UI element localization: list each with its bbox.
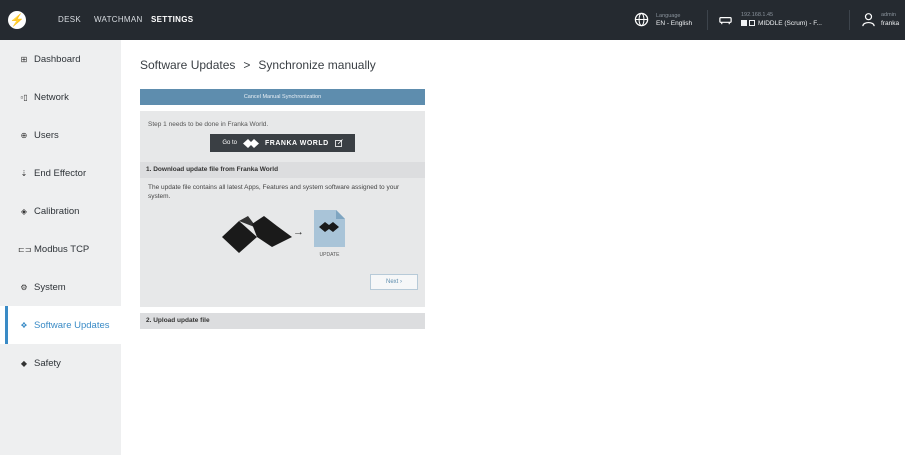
sidebar-item-dashboard[interactable]: ⊞ Dashboard bbox=[0, 40, 121, 78]
cancel-sync-button[interactable]: Cancel Manual Synchronization bbox=[140, 89, 425, 105]
external-link-icon bbox=[334, 139, 343, 147]
network-icon: ▫▯ bbox=[20, 92, 28, 102]
sidebar-item-label: Calibration bbox=[34, 205, 80, 217]
franka-world-large-logo-icon bbox=[222, 216, 292, 253]
robot-connection-icon[interactable] bbox=[718, 12, 733, 27]
robot-status-icon bbox=[741, 20, 747, 26]
franka-logo-icon[interactable]: ⚡ bbox=[8, 11, 26, 29]
safety-icon: ◆ bbox=[20, 358, 28, 368]
divider bbox=[849, 10, 850, 30]
user-role: admin bbox=[881, 12, 896, 18]
step-note: Step 1 needs to be done in Franka World. bbox=[148, 121, 269, 128]
sidebar-item-label: System bbox=[34, 281, 66, 293]
sidebar-item-calibration[interactable]: ◈ Calibration bbox=[0, 192, 121, 230]
nav-settings[interactable]: SETTINGS bbox=[151, 15, 193, 24]
sidebar-item-safety[interactable]: ◆ Safety bbox=[0, 344, 121, 382]
update-file-label: UPDATE bbox=[319, 252, 340, 258]
sidebar-item-label: Software Updates bbox=[34, 319, 110, 331]
section-download-header: 1. Download update file from Franka Worl… bbox=[140, 162, 425, 178]
system-icon: ⚙ bbox=[20, 282, 28, 292]
users-icon: ⊕ bbox=[20, 130, 28, 140]
update-file-logo-icon bbox=[319, 222, 339, 232]
franka-world-logo-icon bbox=[243, 138, 259, 148]
arrow-icon: → bbox=[293, 226, 304, 238]
dashboard-icon: ⊞ bbox=[20, 54, 28, 64]
robot-lock-icon bbox=[749, 20, 755, 26]
breadcrumb-parent[interactable]: Software Updates bbox=[140, 58, 235, 72]
sidebar-item-users[interactable]: ⊕ Users bbox=[0, 116, 121, 154]
robot-ip: 192.168.1.45 bbox=[741, 12, 774, 18]
divider bbox=[707, 10, 708, 30]
breadcrumb-separator: > bbox=[243, 58, 251, 72]
breadcrumb: Software Updates > Synchronize manually bbox=[140, 58, 376, 72]
modbus-icon: ⊏⊐ bbox=[18, 244, 32, 254]
next-button[interactable]: Next › bbox=[370, 274, 418, 290]
go-to-franka-world-button[interactable]: Go to FRANKA WORLD bbox=[210, 134, 355, 152]
robot-name[interactable]: MIDDLE (Scrum) - F... bbox=[758, 20, 822, 27]
franka-world-label: FRANKA WORLD bbox=[265, 139, 329, 147]
sidebar-item-label: Network bbox=[34, 91, 69, 103]
language-value[interactable]: EN - English bbox=[656, 20, 692, 27]
language-label: Language bbox=[656, 13, 681, 19]
end-effector-icon: ⇣ bbox=[20, 168, 28, 178]
user-name[interactable]: franka bbox=[881, 20, 899, 27]
sidebar-item-network[interactable]: ▫▯ Network bbox=[0, 78, 121, 116]
user-icon[interactable] bbox=[861, 12, 876, 27]
go-to-label: Go to bbox=[222, 140, 237, 146]
nav-desk[interactable]: DESK bbox=[58, 15, 81, 24]
sidebar: ⊞ Dashboard ▫▯ Network ⊕ Users ⇣ End Eff… bbox=[0, 40, 121, 455]
sidebar-item-end-effector[interactable]: ⇣ End Effector bbox=[0, 154, 121, 192]
calibration-icon: ◈ bbox=[20, 206, 28, 216]
top-bar: ⚡ DESK WATCHMAN SETTINGS Language EN - E… bbox=[0, 0, 905, 40]
breadcrumb-current: Synchronize manually bbox=[258, 58, 376, 72]
sidebar-item-label: End Effector bbox=[34, 167, 87, 179]
nav-watchman[interactable]: WATCHMAN bbox=[94, 15, 143, 24]
section-download-description: The update file contains all latest Apps… bbox=[148, 184, 400, 200]
section-upload-header[interactable]: 2. Upload update file bbox=[140, 313, 425, 329]
sidebar-item-software-updates[interactable]: ❖ Software Updates bbox=[0, 306, 121, 344]
sidebar-item-system[interactable]: ⚙ System bbox=[0, 268, 121, 306]
sidebar-item-label: Users bbox=[34, 129, 59, 141]
sidebar-item-label: Dashboard bbox=[34, 53, 81, 65]
sidebar-item-label: Modbus TCP bbox=[34, 243, 90, 255]
globe-icon[interactable] bbox=[634, 12, 649, 27]
software-updates-icon: ❖ bbox=[20, 320, 28, 330]
sidebar-item-modbus-tcp[interactable]: ⊏⊐ Modbus TCP bbox=[0, 230, 121, 268]
sidebar-item-label: Safety bbox=[34, 357, 61, 369]
